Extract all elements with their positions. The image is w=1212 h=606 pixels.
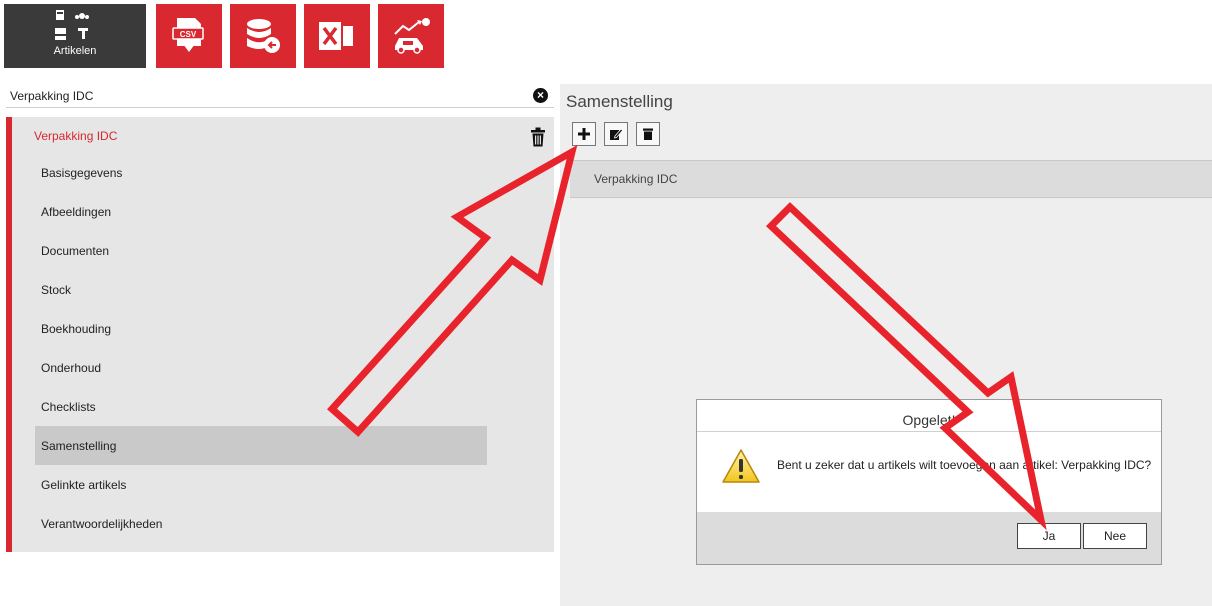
- menu-item-stock[interactable]: Stock: [35, 270, 487, 309]
- articles-icon: [54, 10, 89, 40]
- csv-export-button[interactable]: CSV: [156, 4, 222, 68]
- menu-item-gelinkte-artikels[interactable]: Gelinkte artikels: [35, 465, 487, 504]
- articles-label: Artikelen: [53, 45, 97, 57]
- menu-item-boekhouding[interactable]: Boekhouding: [35, 309, 487, 348]
- excel-icon: [319, 22, 353, 50]
- menu-item-documenten[interactable]: Documenten: [35, 231, 487, 270]
- yes-button[interactable]: Ja: [1017, 523, 1081, 549]
- trash-icon: [643, 128, 653, 140]
- dialog-message: Bent u zeker dat u artikels wilt toevoeg…: [777, 458, 1152, 472]
- vehicle-report-button[interactable]: [378, 4, 444, 68]
- edit-icon: [610, 128, 623, 140]
- menu-item-onderhoud[interactable]: Onderhoud: [35, 348, 487, 387]
- delete-button[interactable]: [636, 122, 660, 146]
- car-chart-icon: [394, 18, 430, 54]
- article-menu: Basisgegevens Afbeeldingen Documenten St…: [35, 153, 487, 543]
- menu-item-checklists[interactable]: Checklists: [35, 387, 487, 426]
- menu-item-verantwoordelijkheden[interactable]: Verantwoordelijkheden: [35, 504, 487, 543]
- database-import-button[interactable]: [230, 4, 296, 68]
- menu-item-afbeeldingen[interactable]: Afbeeldingen: [35, 192, 487, 231]
- menu-item-basisgegevens[interactable]: Basisgegevens: [35, 153, 487, 192]
- database-import-icon: [247, 19, 280, 53]
- article-panel: Verpakking IDC Basisgegevens Afbeeldinge…: [6, 117, 554, 552]
- dialog-divider: [697, 431, 1161, 432]
- article-title: Verpakking IDC: [34, 129, 118, 143]
- csv-file-icon: CSV: [172, 18, 204, 52]
- composition-title: Samenstelling: [566, 92, 673, 111]
- article-search: ×: [6, 84, 554, 108]
- excel-export-button[interactable]: [304, 4, 370, 68]
- add-button[interactable]: [572, 122, 596, 146]
- plus-icon: [578, 128, 590, 140]
- dialog-title: Opgelet!: [902, 412, 956, 428]
- dialog-footer: Ja Nee: [697, 512, 1161, 564]
- warning-icon: [721, 448, 761, 489]
- confirm-dialog: Opgelet! Bent u zeker dat u artikels wil…: [696, 399, 1162, 565]
- search-input[interactable]: [10, 88, 510, 103]
- csv-text: CSV: [180, 30, 197, 39]
- main-toolbar: Artikelen CSV: [4, 4, 444, 68]
- articles-button[interactable]: Artikelen: [4, 4, 146, 68]
- delete-article-icon[interactable]: [530, 127, 546, 152]
- clear-search-icon[interactable]: ×: [533, 88, 548, 103]
- composition-toolbar: [572, 122, 660, 146]
- app-window: Artikelen CSV Verpakking IDC × Verpakkin…: [0, 0, 1212, 606]
- edit-button[interactable]: [604, 122, 628, 146]
- composition-row[interactable]: Verpakking IDC: [570, 160, 1212, 198]
- menu-item-samenstelling[interactable]: Samenstelling: [35, 426, 487, 465]
- no-button[interactable]: Nee: [1083, 523, 1147, 549]
